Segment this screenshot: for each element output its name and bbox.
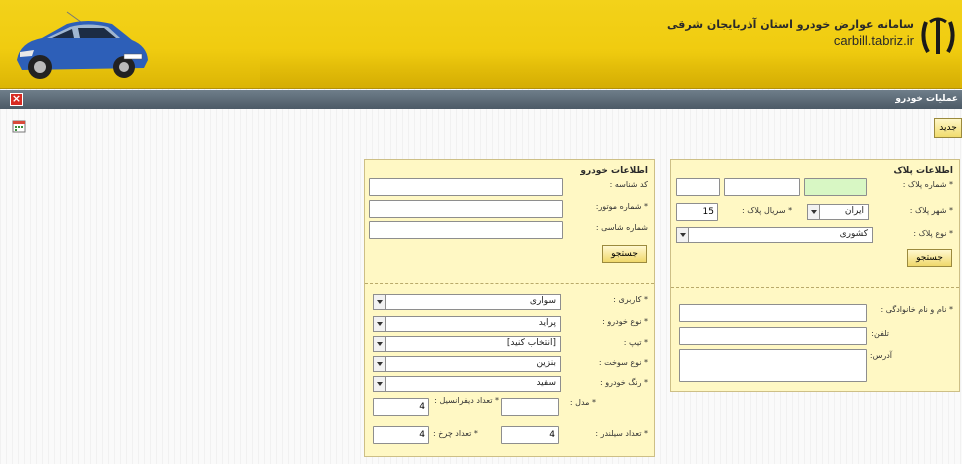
color-label: * رنگ خودرو : — [600, 378, 648, 387]
cyl-label: * تعداد سیلندر : — [595, 429, 648, 438]
plate-number-part-3[interactable] — [676, 178, 720, 196]
color-select[interactable]: سفید — [373, 376, 561, 392]
fuel-select[interactable]: بنزین — [373, 356, 561, 372]
chassis-label: شماره شاسی : — [595, 223, 648, 232]
diff-label: * تعداد دیفرانسیل : — [434, 396, 499, 405]
car-image — [17, 11, 148, 79]
plate-number-part-2[interactable] — [724, 178, 800, 196]
chevron-down-icon[interactable] — [808, 205, 820, 219]
plate-panel: اطلاعات پلاک * شماره پلاک : * شهر پلاک :… — [670, 159, 960, 392]
tip-select[interactable]: [انتخاب کنید] — [373, 336, 561, 352]
diff-input[interactable] — [373, 398, 429, 416]
plate-type-select[interactable]: کشوری — [676, 227, 873, 243]
plate-city-select[interactable]: ایران — [807, 204, 869, 220]
section-divider — [671, 287, 959, 288]
plate-number-label: * شماره پلاک : — [902, 180, 953, 189]
plate-city-label: * شهر پلاک : — [909, 206, 953, 215]
site-title: سامانه عوارض خودرو استان آذربایجان شرقی — [667, 18, 914, 31]
plate-panel-title: اطلاعات پلاک — [893, 166, 953, 176]
fuel-label: * نوع سوخت : — [598, 358, 648, 367]
model-label: * مدل : — [569, 398, 596, 407]
wheel-input[interactable] — [373, 426, 429, 444]
chevron-down-icon[interactable] — [677, 228, 689, 242]
usage-label: * کاربری : — [613, 295, 648, 304]
window-titlebar: × عملیات خودرو — [0, 90, 962, 109]
chevron-down-icon[interactable] — [374, 295, 386, 309]
model-input[interactable] — [501, 398, 559, 416]
plate-serial-input[interactable] — [676, 203, 718, 221]
chevron-down-icon[interactable] — [374, 377, 386, 391]
engine-label: * شماره موتور: — [595, 202, 648, 211]
plate-type-label: * نوع پلاک : — [913, 229, 953, 238]
cyl-input[interactable] — [501, 426, 559, 444]
chassis-input[interactable] — [369, 221, 563, 239]
car-panel: اطلاعات خودرو کد شناسه : * شماره موتور: … — [364, 159, 655, 457]
plate-number-part-1[interactable] — [804, 178, 867, 196]
type-label: * نوع خودرو : — [602, 317, 648, 326]
engine-input[interactable] — [369, 200, 563, 218]
new-button[interactable]: جدید — [934, 118, 962, 138]
address-textarea[interactable] — [679, 349, 867, 382]
id-label: کد شناسه : — [609, 180, 648, 189]
chevron-down-icon[interactable] — [374, 357, 386, 371]
close-icon[interactable]: × — [10, 93, 23, 106]
wheel-label: * تعداد چرخ : — [433, 429, 478, 438]
chevron-down-icon[interactable] — [374, 337, 386, 351]
plate-serial-label: * سریال پلاک : — [742, 206, 793, 215]
window-title: عملیات خودرو — [895, 94, 958, 104]
banner-gradient — [260, 55, 960, 88]
id-input[interactable] — [369, 178, 563, 196]
car-search-button[interactable]: جستجو — [602, 245, 647, 263]
type-select[interactable]: پراید — [373, 316, 561, 332]
fullname-label: * نام و نام خانوادگی : — [880, 305, 953, 314]
header-banner: سامانه عوارض خودرو استان آذربایجان شرقی … — [0, 0, 962, 89]
site-url: carbill.tabriz.ir — [833, 33, 914, 48]
plate-search-button[interactable]: جستجو — [907, 249, 952, 267]
fullname-input[interactable] — [679, 304, 867, 322]
tip-label: * تیپ : — [623, 338, 648, 347]
address-label: آدرس: — [869, 351, 892, 360]
usage-select[interactable]: سواری — [373, 294, 561, 310]
emblem-logo — [921, 17, 955, 54]
car-panel-title: اطلاعات خودرو — [580, 166, 648, 176]
phone-input[interactable] — [679, 327, 867, 345]
phone-label: تلفن: — [871, 329, 889, 338]
calendar-icon[interactable] — [12, 119, 26, 133]
section-divider — [365, 283, 654, 284]
chevron-down-icon[interactable] — [374, 317, 386, 331]
